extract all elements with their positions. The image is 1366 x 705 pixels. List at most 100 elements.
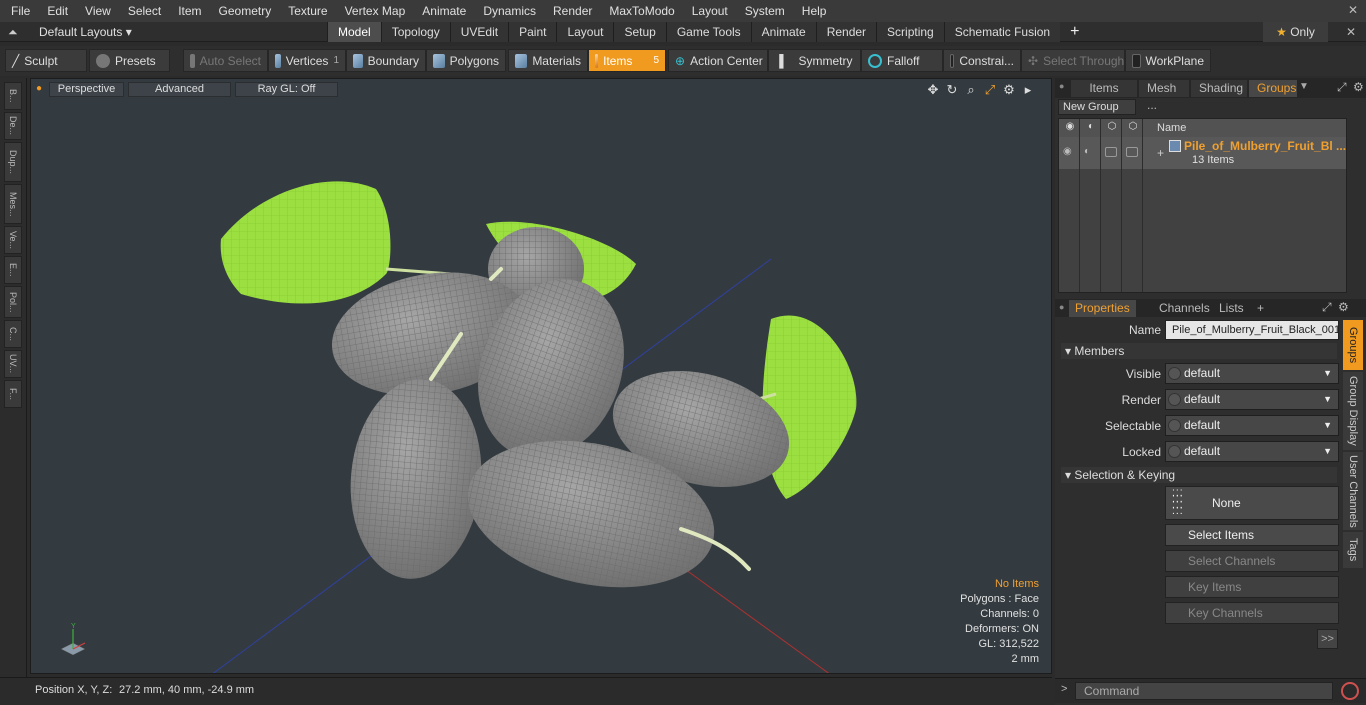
selectable-dropdown[interactable]: default ▼ — [1165, 415, 1339, 436]
tab-model[interactable]: Model — [327, 22, 381, 42]
action-center-button[interactable]: ⊕ Action Center — [668, 49, 768, 72]
move-view-icon[interactable]: ✥ — [926, 82, 940, 98]
select-icon[interactable]: ⬡ — [1105, 121, 1119, 135]
perspective-dropdown[interactable]: Perspective — [49, 82, 124, 97]
expand-icon[interactable]: ⤢ — [1322, 300, 1332, 315]
menu-select[interactable]: Select — [117, 4, 167, 18]
menu-item[interactable]: Item — [167, 4, 207, 18]
tab-paint[interactable]: Paint — [508, 22, 557, 42]
group-row[interactable]: ◉ ◐ + Pile_of_Mulberry_Fruit_Bl ... 13 I… — [1059, 137, 1346, 169]
none-selector[interactable]: ⁚⁚⁚ ⁚⁚⁚ ⁚⁚⁚ ⁚⁚⁚ None — [1165, 486, 1339, 520]
add-tab-button[interactable]: + — [1060, 22, 1089, 42]
symmetry-button[interactable]: ▐ Symmetry — [768, 49, 861, 72]
vtab-group-display[interactable]: Group Display — [1343, 372, 1363, 450]
left-tool-1[interactable]: De... — [4, 112, 22, 140]
left-tool-4[interactable]: Ve... — [4, 226, 22, 254]
select-channels-button[interactable]: Select Channels — [1165, 550, 1339, 572]
auto-select-button[interactable]: Auto Select — [183, 49, 268, 72]
left-tool-3[interactable]: Mes... — [4, 184, 22, 224]
locked-dropdown[interactable]: default ▼ — [1165, 441, 1339, 462]
tab-lists[interactable]: Lists — [1213, 300, 1250, 317]
command-input[interactable]: Command — [1075, 682, 1333, 700]
new-group-button[interactable]: New Group — [1058, 99, 1136, 115]
menu-maxtomodo[interactable]: MaxToModo — [598, 4, 680, 18]
tab-close-icon[interactable]: ✕ — [1346, 25, 1356, 39]
tab-dropdown-icon[interactable]: ▼ — [1299, 81, 1309, 92]
zoom-view-icon[interactable]: ⌕ — [964, 82, 978, 98]
tab-uvedit[interactable]: UVEdit — [449, 22, 509, 42]
select-through-button[interactable]: ✣ Select Through — [1021, 49, 1125, 72]
lock-icon[interactable]: ⬡ — [1126, 121, 1140, 135]
menu-vertex-map[interactable]: Vertex Map — [334, 4, 412, 18]
left-tool-8[interactable]: UV... — [4, 350, 22, 378]
menu-help[interactable]: Help — [791, 4, 833, 18]
vtab-user-channels[interactable]: User Channels — [1343, 452, 1363, 530]
vtab-tags[interactable]: Tags — [1343, 532, 1363, 568]
left-tool-6[interactable]: Pol... — [4, 286, 22, 318]
select-items-button[interactable]: Select Items — [1165, 524, 1339, 546]
menu-system[interactable]: System — [734, 4, 791, 18]
visible-dropdown[interactable]: default ▼ — [1165, 363, 1339, 384]
advanced-dropdown[interactable]: Advanced — [128, 82, 231, 97]
prop-gear-icon[interactable]: ⚙ — [1338, 300, 1349, 314]
falloff-button[interactable]: Falloff — [861, 49, 943, 72]
presets-button[interactable]: Presets — [89, 49, 170, 72]
render-dropdown[interactable]: default ▼ — [1165, 389, 1339, 410]
layout-arrow-icon[interactable]: ⏶ — [8, 25, 18, 40]
row-lock-checkbox[interactable] — [1126, 147, 1138, 157]
vertices-button[interactable]: Vertices 1 — [268, 49, 346, 72]
more-button[interactable]: >> — [1317, 629, 1338, 649]
raygl-dropdown[interactable]: Ray GL: Off — [235, 82, 338, 97]
gear-icon[interactable]: ⚙ — [1002, 82, 1016, 98]
tab-game-tools[interactable]: Game Tools — [665, 22, 751, 42]
left-tool-7[interactable]: C... — [4, 320, 22, 348]
materials-button[interactable]: Materials — [508, 49, 588, 72]
menu-render[interactable]: Render — [542, 4, 598, 18]
add-prop-tab-button[interactable]: + — [1251, 300, 1270, 317]
tab-properties[interactable]: Properties — [1069, 300, 1136, 317]
selection-keying-section[interactable]: ▾ Selection & Keying — [1061, 467, 1337, 483]
tab-groups[interactable]: Groups — [1249, 80, 1297, 97]
menu-geometry[interactable]: Geometry — [208, 4, 278, 18]
maximize-icon[interactable]: ⤢ — [983, 82, 997, 98]
eye-icon[interactable]: ◉ — [1063, 121, 1077, 135]
left-tool-0[interactable]: B... — [4, 82, 22, 110]
tab-render[interactable]: Render — [815, 22, 877, 42]
sculpt-button[interactable]: ╱ Sculpt — [5, 49, 87, 72]
row-render-icon[interactable]: ◐ — [1084, 146, 1090, 157]
only-button[interactable]: ★ Only — [1263, 22, 1328, 42]
tab-scripting[interactable]: Scripting — [876, 22, 944, 42]
3d-viewport[interactable]: ● Perspective Advanced Ray GL: Off ✥ ↻ ⌕… — [30, 78, 1052, 674]
tab-topology[interactable]: Topology — [380, 22, 450, 42]
expand-icon[interactable]: ⤢ — [1337, 80, 1347, 95]
menu-file[interactable]: File — [0, 4, 36, 18]
constraints-button[interactable]: Constrai... — [943, 49, 1021, 72]
left-tool-9[interactable]: F... — [4, 380, 22, 408]
menu-animate[interactable]: Animate — [411, 4, 472, 18]
play-icon[interactable]: ▸ — [1021, 82, 1035, 98]
command-record-icon[interactable] — [1341, 682, 1359, 700]
workplane-button[interactable]: WorkPlane — [1125, 49, 1211, 72]
tab-layout[interactable]: Layout — [556, 22, 614, 42]
tab-schematic-fusion[interactable]: Schematic Fusion — [943, 22, 1061, 42]
items-button[interactable]: Items 5 — [588, 49, 666, 72]
tab-mesh[interactable]: Mesh ... — [1139, 80, 1189, 112]
close-icon[interactable]: ✕ — [1348, 3, 1358, 17]
menu-view[interactable]: View — [74, 4, 117, 18]
menu-dynamics[interactable]: Dynamics — [472, 4, 542, 18]
menu-edit[interactable]: Edit — [36, 4, 74, 18]
tab-setup[interactable]: Setup — [613, 22, 666, 42]
polygons-button[interactable]: Polygons — [426, 49, 506, 72]
tab-items[interactable]: Items — [1071, 80, 1137, 97]
rotate-view-icon[interactable]: ↻ — [945, 82, 959, 98]
tab-shading[interactable]: Shading — [1191, 80, 1247, 97]
key-items-button[interactable]: Key Items — [1165, 576, 1339, 598]
row-eye-icon[interactable]: ◉ — [1063, 146, 1072, 157]
left-tool-5[interactable]: E... — [4, 256, 22, 284]
tab-channels[interactable]: Channels — [1153, 300, 1216, 317]
menu-texture[interactable]: Texture — [277, 4, 333, 18]
layouts-dropdown[interactable]: Default Layouts ▾ — [39, 25, 132, 39]
name-field[interactable]: Pile_of_Mulberry_Fruit_Black_001 — [1165, 320, 1339, 340]
boundary-button[interactable]: Boundary — [346, 49, 426, 72]
row-select-checkbox[interactable] — [1105, 147, 1117, 157]
